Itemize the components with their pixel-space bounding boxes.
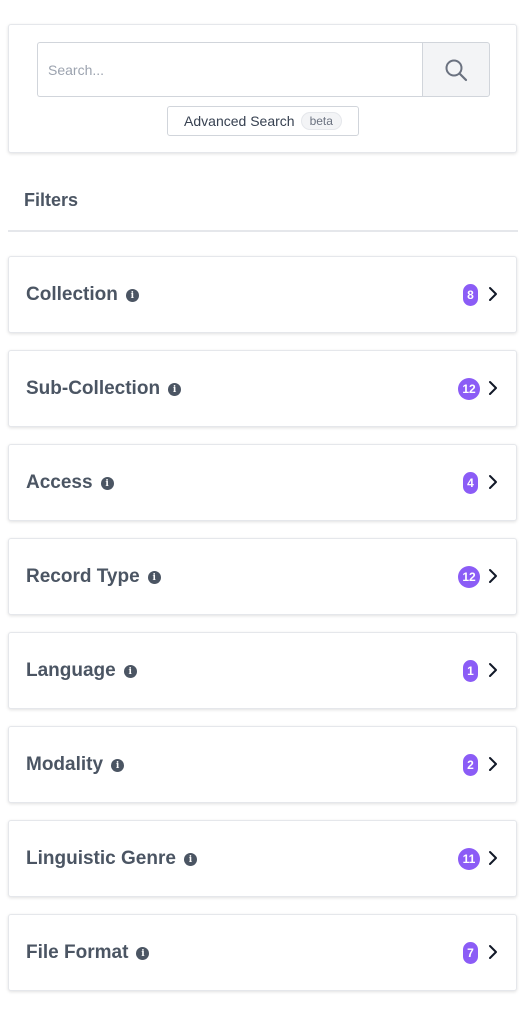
chevron-right-icon [489,663,497,677]
count-badge: 12 [458,378,480,400]
filter-label: Language [26,659,116,681]
search-panel: Advanced Search beta [8,24,517,153]
info-icon[interactable]: i [100,477,114,490]
count-badge: 4 [463,472,478,494]
filter-language[interactable]: Language i 1 [8,632,517,709]
count-badge: 2 [463,754,478,776]
filter-collection[interactable]: Collection i 8 [8,256,517,333]
info-icon[interactable]: i [111,759,125,772]
filter-label: Access [26,471,93,493]
info-icon[interactable]: i [183,853,197,866]
search-icon [445,59,468,81]
count-badge: 7 [463,942,478,964]
chevron-right-icon [489,475,497,489]
chevron-right-icon [489,287,497,301]
filter-linguistic-genre[interactable]: Linguistic Genre i 11 [8,820,517,897]
filter-sub-collection[interactable]: Sub-Collection i 12 [8,350,517,427]
filter-record-type[interactable]: Record Type i 12 [8,538,517,615]
info-icon[interactable]: i [147,571,161,584]
count-badge: 1 [463,660,478,682]
info-icon[interactable]: i [136,947,150,960]
chevron-right-icon [489,381,497,395]
info-icon[interactable]: i [168,383,182,396]
search-field[interactable] [37,42,423,97]
filter-access[interactable]: Access i 4 [8,444,517,521]
count-badge: 8 [463,284,478,306]
search-input[interactable] [38,43,423,96]
filter-label: Record Type [26,565,140,587]
filter-label: Sub-Collection [26,377,161,399]
filter-label: File Format [26,941,129,963]
advanced-search-button[interactable]: Advanced Search beta [167,106,359,136]
filter-label: Linguistic Genre [26,847,176,869]
filters-divider [8,230,518,232]
info-icon[interactable]: i [123,665,137,678]
count-badge: 12 [458,566,480,588]
filters-heading: Filters [24,190,79,210]
info-icon[interactable]: i [125,289,139,302]
chevron-right-icon [489,569,497,583]
filter-modality[interactable]: Modality i 2 [8,726,517,803]
search-button[interactable] [422,42,490,97]
beta-badge: beta [300,112,342,130]
filter-label: Modality [26,753,104,775]
chevron-right-icon [489,945,497,959]
advanced-search-label: Advanced Search [184,113,295,129]
count-badge: 11 [458,848,480,870]
chevron-right-icon [489,757,497,771]
filter-label: Collection [26,283,118,305]
chevron-right-icon [489,851,497,865]
filter-file-format[interactable]: File Format i 7 [8,914,517,991]
